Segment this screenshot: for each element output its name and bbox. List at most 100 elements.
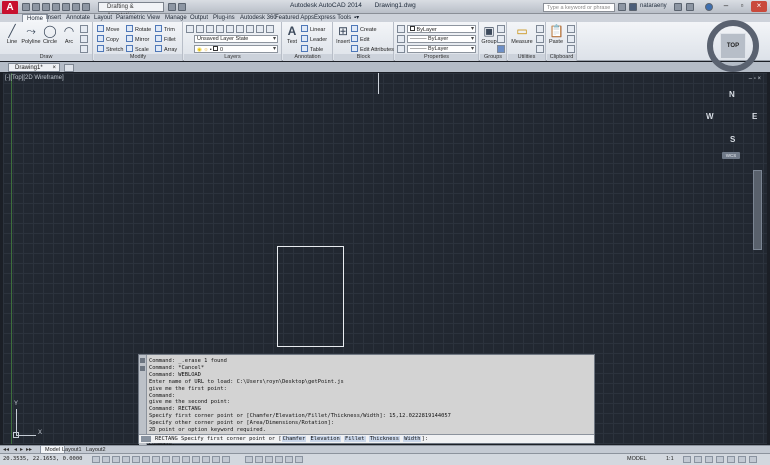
ellipse-icon[interactable] <box>80 45 88 53</box>
auto-scale-icon[interactable] <box>694 456 702 463</box>
freeze-icon[interactable] <box>256 25 264 33</box>
close-tab-icon[interactable]: × <box>52 64 56 72</box>
isolate-icon[interactable] <box>236 25 244 33</box>
block-panel-title[interactable]: Block <box>334 54 393 61</box>
linear-tool[interactable]: Linear <box>301 25 325 33</box>
transparency-toggle[interactable] <box>202 456 210 463</box>
ribbon-tab[interactable]: Parametric <box>116 14 145 22</box>
ribbon-tab[interactable]: Autodesk 360 <box>240 14 277 22</box>
ribbon-tab[interactable]: Plug-ins <box>213 14 235 22</box>
search-input[interactable]: Type a keyword or phrase <box>543 3 615 12</box>
lineweight-icon[interactable] <box>397 35 405 43</box>
command-settings-icon[interactable] <box>140 366 145 371</box>
hatch-icon[interactable] <box>80 35 88 43</box>
group-edit-icon[interactable] <box>497 35 505 43</box>
calculator-icon[interactable] <box>536 45 544 53</box>
match-layer-icon[interactable] <box>216 25 224 33</box>
close-button[interactable]: × <box>751 1 767 12</box>
open-icon[interactable] <box>32 3 40 11</box>
steering-wheel-icon[interactable] <box>285 456 293 463</box>
layer-previous-icon[interactable] <box>226 25 234 33</box>
new-icon[interactable] <box>22 3 30 11</box>
utilities-panel-title[interactable]: Utilities <box>508 54 545 61</box>
insert-tool[interactable]: ⊞ Insert <box>334 24 352 45</box>
list-icon[interactable] <box>397 45 405 53</box>
annotation-visibility-icon[interactable] <box>683 456 691 463</box>
layer-dropdown[interactable]: ◉ ☼ ▪ 0 <box>194 45 278 53</box>
compass-west[interactable]: W <box>706 112 714 121</box>
viewcube-top-face[interactable]: TOP <box>720 33 746 59</box>
quick-view-layouts-icon[interactable] <box>245 456 253 463</box>
option-thickness[interactable]: Thickness <box>368 436 400 442</box>
option-elevation[interactable]: Elevation <box>309 436 341 442</box>
group-tool[interactable]: ▣ Group <box>480 24 498 45</box>
hardware-acceleration-icon[interactable] <box>738 456 746 463</box>
text-tool[interactable]: A Text <box>283 24 301 45</box>
save-icon[interactable] <box>42 3 50 11</box>
edit-attributes-tool[interactable]: Edit Attributes <box>351 45 394 53</box>
showmotion-icon[interactable] <box>295 456 303 463</box>
layer-state-dropdown[interactable]: Unsaved Layer State <box>194 35 278 43</box>
object-snap-toggle[interactable] <box>142 456 150 463</box>
close-command-icon[interactable] <box>140 358 145 363</box>
move-tool[interactable]: Move <box>97 25 119 33</box>
match-icon[interactable] <box>567 45 575 53</box>
ribbon-tab[interactable]: Annotate <box>66 14 90 22</box>
layer-properties-icon[interactable] <box>186 25 194 33</box>
isolate-objects-icon[interactable] <box>727 456 735 463</box>
user-name[interactable]: nataraeny <box>640 3 667 9</box>
workspace-settings-icon[interactable] <box>168 3 176 11</box>
polar-tracking-toggle[interactable] <box>132 456 140 463</box>
linetype-dropdown[interactable]: ——— ByLayer <box>407 45 476 53</box>
command-prompt[interactable]: RECTANG Specify first corner point or [C… <box>155 435 428 443</box>
select-all-icon[interactable] <box>536 35 544 43</box>
lineweight-toggle[interactable] <box>192 456 200 463</box>
save-as-icon[interactable] <box>52 3 60 11</box>
properties-panel-title[interactable]: Properties <box>395 54 478 61</box>
table-tool[interactable]: Table <box>301 45 323 53</box>
command-line[interactable]: RECTANG Specify first corner point or [C… <box>139 434 594 443</box>
quick-view-drawings-icon[interactable] <box>255 456 263 463</box>
snap-mode-toggle[interactable] <box>102 456 110 463</box>
scale-tool[interactable]: Scale <box>126 45 149 53</box>
compass-north[interactable]: N <box>729 90 735 99</box>
ribbon-tab[interactable]: Home <box>22 14 49 22</box>
customize-qat-icon[interactable] <box>178 3 186 11</box>
annotation-panel-title[interactable]: Annotation <box>283 54 332 61</box>
new-tab-button[interactable] <box>64 64 74 72</box>
object-snap-tracking-toggle[interactable] <box>162 456 170 463</box>
leader-tool[interactable]: Leader <box>301 35 327 43</box>
compass-south[interactable]: S <box>730 135 735 144</box>
create-block-tool[interactable]: Create <box>351 25 377 33</box>
copy-tool[interactable]: Copy <box>97 35 119 43</box>
measure-tool[interactable]: ▭ Measure <box>510 24 534 45</box>
help-icon[interactable] <box>705 3 713 11</box>
viewport-controls-label[interactable]: [-][Top][2D Wireframe] <box>5 75 64 81</box>
quick-select-icon[interactable] <box>536 25 544 33</box>
groups-panel-title[interactable]: Groups <box>480 54 506 61</box>
3d-osnap-toggle[interactable] <box>152 456 160 463</box>
undo-icon[interactable] <box>72 3 80 11</box>
compass-east[interactable]: E <box>752 112 757 121</box>
rectangle-icon[interactable] <box>80 25 88 33</box>
command-window-handle[interactable] <box>139 355 147 445</box>
dynamic-ucs-toggle[interactable] <box>172 456 180 463</box>
draw-panel-title[interactable]: Draw <box>0 54 92 61</box>
quick-properties-toggle[interactable] <box>212 456 220 463</box>
ribbon-tab[interactable]: Layout <box>94 14 112 22</box>
clean-screen-icon[interactable] <box>749 456 757 463</box>
zoom-icon[interactable] <box>275 456 283 463</box>
selection-cycling-toggle[interactable] <box>222 456 230 463</box>
ribbon-tab[interactable]: Featured Apps <box>275 14 314 22</box>
pan-icon[interactable] <box>265 456 273 463</box>
ribbon-tab[interactable]: ▪▾ <box>354 14 359 22</box>
color-dropdown[interactable]: ByLayer <box>407 25 476 33</box>
off-icon[interactable] <box>266 25 274 33</box>
ribbon-tab[interactable]: Manage <box>165 14 187 22</box>
arc-tool[interactable]: ◠ Arc <box>60 24 78 45</box>
line-tool[interactable]: ╱ Line <box>3 24 21 45</box>
user-icon[interactable] <box>629 3 637 11</box>
layer-state-icon[interactable] <box>196 25 204 33</box>
dynamic-input-toggle[interactable] <box>182 456 190 463</box>
grid-display-toggle[interactable] <box>112 456 120 463</box>
